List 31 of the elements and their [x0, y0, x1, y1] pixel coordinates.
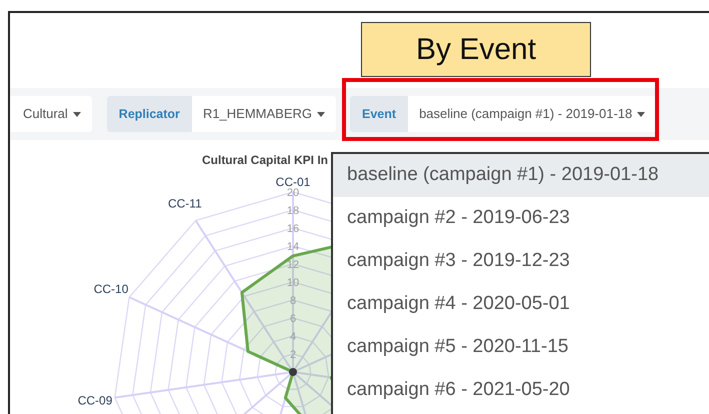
- caret-icon: [317, 112, 326, 116]
- dropdown-select[interactable]: R1_HEMMABERG: [192, 96, 336, 132]
- center-dot: [289, 368, 297, 376]
- menu-item[interactable]: campaign #3 - 2019-12-23: [333, 240, 709, 283]
- tick-label: 6: [290, 313, 296, 325]
- tick-label: 16: [286, 223, 300, 235]
- filter-label: Event: [350, 96, 408, 132]
- dropdown-select[interactable]: Cultural: [10, 96, 92, 132]
- dropdown-select[interactable]: baseline (campaign #1) - 2019-01-18: [408, 96, 656, 132]
- filter-label: Replicator: [106, 96, 192, 132]
- tick-label: 20: [286, 187, 300, 199]
- menu-item[interactable]: campaign #5 - 2020-11-15: [333, 326, 709, 369]
- chart-title: Cultural Capital KPI In: [202, 153, 328, 167]
- tick-label: 12: [286, 259, 300, 271]
- menu-item[interactable]: campaign #4 - 2020-05-01: [333, 283, 709, 326]
- axis-label: CC-01: [276, 175, 310, 189]
- menu-item[interactable]: baseline (campaign #1) - 2019-01-18: [333, 154, 709, 197]
- menu-item[interactable]: campaign #6 - 2021-05-20: [333, 369, 709, 412]
- menu-item[interactable]: campaign #2 - 2019-06-23: [333, 197, 709, 240]
- axis-label: CC-09: [78, 393, 112, 408]
- tick-label: 14: [286, 241, 300, 253]
- callout-label: By Event: [361, 22, 591, 77]
- tick-label: 10: [286, 277, 300, 289]
- caret-icon: [72, 112, 81, 116]
- axis-label: CC-10: [94, 282, 128, 296]
- caret-icon: [637, 112, 646, 116]
- tick-label: 18: [286, 205, 300, 217]
- tick-label: 2: [290, 349, 296, 361]
- tick-label: 8: [290, 295, 296, 307]
- tick-label: 4: [290, 331, 296, 343]
- axis-label: CC-11: [168, 196, 202, 211]
